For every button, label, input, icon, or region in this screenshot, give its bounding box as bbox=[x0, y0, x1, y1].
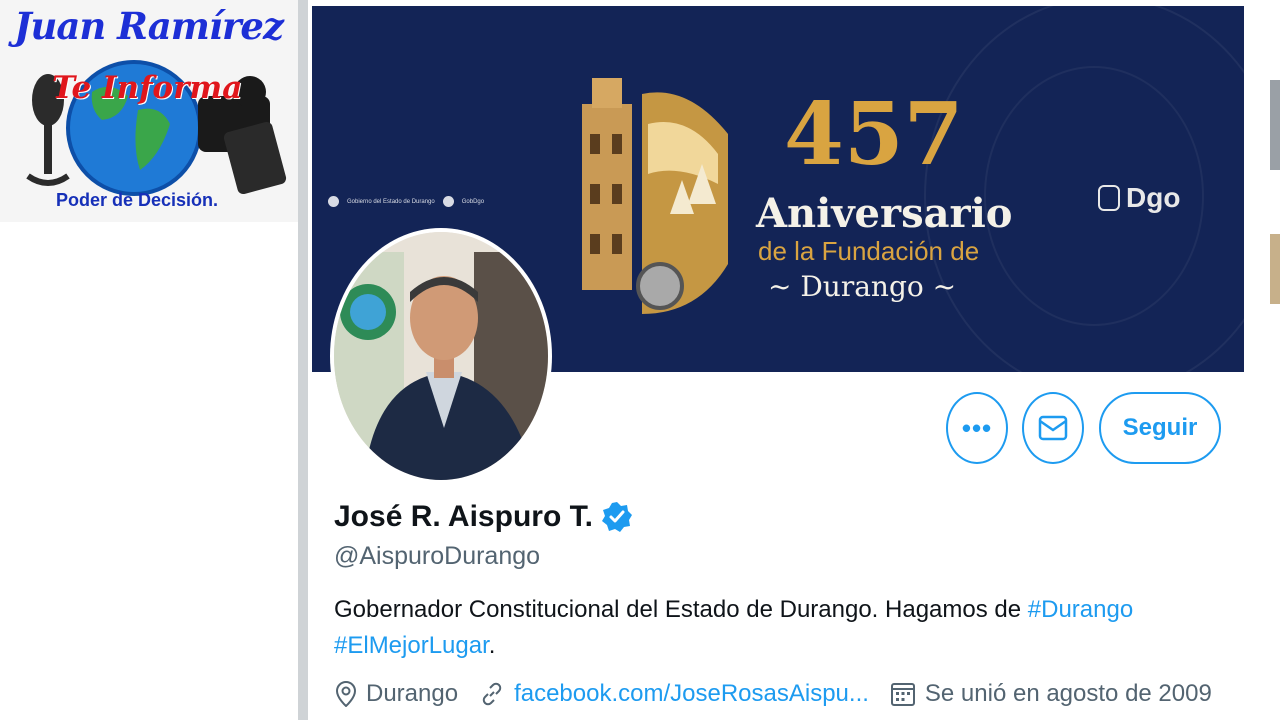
website-link[interactable]: facebook.com/JoseRosasAispu... bbox=[514, 680, 869, 708]
avatar-photo bbox=[334, 232, 548, 480]
right-edge bbox=[1244, 0, 1280, 720]
banner-anniversary-number: 457 bbox=[784, 84, 964, 185]
more-button[interactable]: ••• bbox=[946, 392, 1008, 464]
banner-brand-label: Dgo bbox=[1126, 182, 1181, 213]
profile-handle: @AispuroDurango bbox=[334, 542, 541, 570]
calendar-icon bbox=[890, 683, 915, 706]
banner-brand: Dgo bbox=[1098, 182, 1180, 214]
hashtag-link[interactable]: #Durango bbox=[1028, 596, 1133, 623]
twitter-icon bbox=[442, 196, 454, 207]
profile-meta: Durango facebook.com/JoseRosasAispu... S… bbox=[336, 680, 1234, 708]
banner-social-links: Gobierno del Estado de Durango GobDgo bbox=[328, 196, 484, 207]
logo-panel: Juan Ramírez Te Informa Poder de Decisió… bbox=[0, 0, 298, 222]
bio-end: . bbox=[488, 632, 496, 659]
profile-name: José R. Aispuro T. bbox=[334, 500, 593, 533]
left-blank-area bbox=[0, 222, 298, 720]
location-item: Durango bbox=[336, 680, 458, 708]
profile-card: Gobierno del Estado de Durango GobDgo 45… bbox=[312, 6, 1244, 720]
joined-item: Se unió en agosto de 2009 bbox=[890, 680, 1212, 708]
hashtag-link[interactable]: #ElMejorLugar bbox=[334, 632, 489, 659]
logo-title: Juan Ramírez bbox=[14, 4, 284, 48]
portrait-image bbox=[334, 232, 548, 480]
follow-button[interactable]: Seguir bbox=[1099, 392, 1221, 464]
message-button[interactable] bbox=[1022, 392, 1084, 464]
location-icon bbox=[336, 681, 356, 707]
banner-social-label: Gobierno del Estado de Durango bbox=[347, 198, 435, 205]
logo-subtitle: Te Informa bbox=[52, 70, 243, 106]
facebook-icon bbox=[328, 196, 339, 207]
website-item: facebook.com/JoseRosasAispu... bbox=[480, 680, 869, 708]
profile-bio: Gobernador Constitucional del Estado de … bbox=[334, 592, 1214, 664]
banner-social-label: GobDgo bbox=[461, 198, 485, 205]
banner-heading: Aniversario bbox=[756, 190, 1013, 237]
cathedral-emblem bbox=[582, 78, 728, 314]
bio-text: Gobernador Constitucional del Estado de … bbox=[334, 596, 1028, 623]
more-icon: ••• bbox=[961, 412, 993, 443]
mail-icon bbox=[1038, 415, 1068, 441]
logo-tagline: Poder de Decisión. bbox=[56, 190, 219, 210]
banner-line2: de la Fundación de bbox=[758, 236, 980, 266]
link-icon bbox=[482, 682, 502, 706]
profile-name-row: José R. Aispuro T. bbox=[334, 500, 633, 534]
joined-text: Se unió en agosto de 2009 bbox=[924, 680, 1212, 707]
banner-line3: ~ Durango ~ bbox=[768, 270, 957, 303]
location-text: Durango bbox=[366, 680, 459, 707]
edge-bar bbox=[1270, 80, 1280, 170]
page-divider bbox=[298, 0, 308, 720]
verified-icon bbox=[601, 502, 632, 532]
avatar[interactable] bbox=[330, 228, 552, 484]
seal-icon bbox=[1098, 185, 1120, 211]
edge-bar bbox=[1270, 234, 1280, 304]
